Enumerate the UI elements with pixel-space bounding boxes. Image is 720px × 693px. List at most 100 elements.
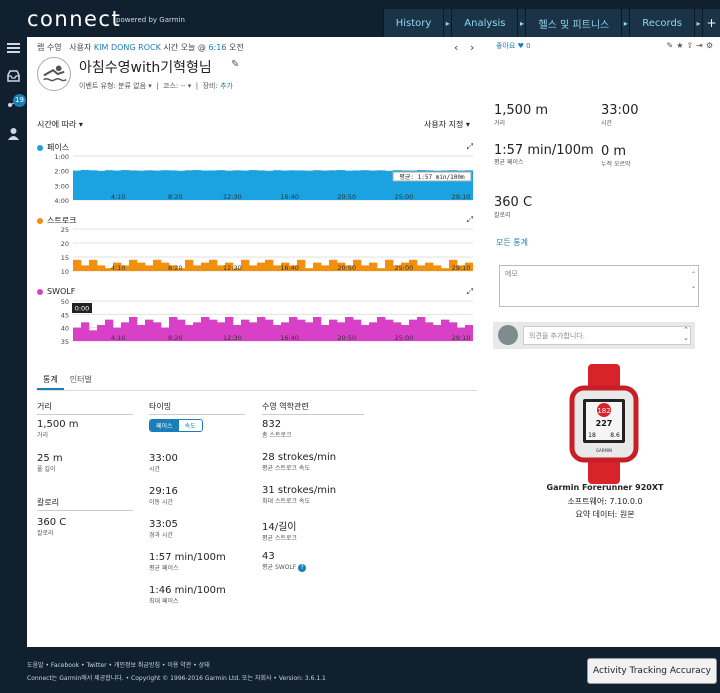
data-bar <box>153 322 162 341</box>
x-tick-label: 4:10 <box>111 264 126 272</box>
course-select[interactable]: -- <box>181 82 186 90</box>
gear-add-link[interactable]: 추가 <box>220 82 233 90</box>
logo-subtitle: powered by Garmin <box>116 16 185 24</box>
memo-textarea[interactable]: 메모 ⌃ ⌄ <box>499 265 699 307</box>
expand-swolf-icon[interactable]: ⤢ <box>467 287 473 297</box>
tab-history-dropdown-icon[interactable]: ▸ <box>443 9 452 37</box>
data-bar <box>145 170 154 200</box>
all-stats-link[interactable]: 모든 통계 <box>496 237 528 248</box>
avatar <box>498 325 518 345</box>
expand-pace-icon[interactable]: ⤢ <box>467 142 473 152</box>
tab-health-fitness[interactable]: 헬스 및 피트니스 <box>525 9 622 37</box>
chart-customize-select[interactable]: 사용자 지정 ▾ <box>424 119 470 130</box>
toggle-pace[interactable]: 페이스 <box>150 420 179 431</box>
stat-moving-time-label: 이동 시간 <box>149 499 173 506</box>
menu-icon[interactable] <box>6 41 21 55</box>
event-type-select[interactable]: 분류 없음 <box>118 82 146 90</box>
data-bar <box>137 325 146 341</box>
summary-avg-pace-label: 평균 페이스 <box>494 159 524 166</box>
x-tick-label: 20:50 <box>337 264 356 272</box>
stat-moving-time: 29:16 이동 시간 <box>149 486 178 506</box>
device-data-source: 요약 데이터: 원본 <box>575 510 635 519</box>
share-icon[interactable]: ⇪ <box>686 41 696 50</box>
activity-title[interactable]: 아침수영with기혁형님 <box>79 57 212 77</box>
like-button[interactable]: 좋아요 ♥ 0 <box>496 41 531 51</box>
swim-column: 수영 역학관련 832 총 스트로크 28 strokes/min 평균 스트로… <box>262 401 364 621</box>
data-bar <box>385 319 394 341</box>
settings-icon[interactable]: ⚙ <box>706 41 716 50</box>
pace-chart-title: 페이스 <box>47 143 70 152</box>
device-software: 소프트웨어: 7.10.0.0 <box>567 497 643 506</box>
distance-head: 거리 <box>37 401 133 415</box>
data-bar <box>185 325 194 341</box>
data-bar <box>137 262 146 271</box>
pace-chart-svg[interactable]: 1:00 2:00 3:00 4:00 4:10 8:20 12:30 16:40 20:50 2… <box>37 154 473 210</box>
tab-analysis[interactable]: Analysis <box>451 9 518 37</box>
expand-stroke-icon[interactable]: ⤢ <box>467 215 473 225</box>
stat-avg-strokes: 14/길이 평균 스트로크 <box>262 518 297 542</box>
y-tick-label: 50 <box>61 299 69 306</box>
stat-avg-stroke-rate-value: 28 strokes/min <box>262 452 337 463</box>
tab-intervals[interactable]: 인터벌 <box>64 371 98 390</box>
data-bar <box>369 322 378 341</box>
distance-column: 거리 1,500 m 거리 25 m 풀 길이 칼로리 360 C 칼로리 <box>37 401 133 541</box>
stat-avg-stroke-rate: 28 strokes/min 평균 스트로크 속도 <box>262 452 336 472</box>
stroke-chart: 스트로크 ⤢ 25 20 15 10 4:10 8:20 12:30 16:40 20:50 25… <box>37 213 473 283</box>
tab-stats[interactable]: 통계 <box>37 371 64 390</box>
x-tick-label: 16:40 <box>280 193 299 201</box>
toggle-speed[interactable]: 속도 <box>178 420 202 431</box>
tab-health-dropdown-icon[interactable]: ▸ <box>621 9 630 37</box>
x-tick-label: 16:40 <box>280 334 299 342</box>
activity-user-link[interactable]: KIM DONG ROCK <box>94 43 161 52</box>
data-bar <box>241 170 250 200</box>
prev-activity-icon[interactable]: ‹ <box>454 41 458 54</box>
data-bar <box>129 170 138 200</box>
data-bar <box>425 262 434 271</box>
data-bar <box>129 259 138 271</box>
stat-calories-value: 360 C <box>37 517 67 528</box>
memo-resize-icon[interactable]: ⌃ ⌄ <box>691 269 696 293</box>
tab-history[interactable]: History <box>382 9 444 37</box>
data-bar <box>249 265 258 271</box>
edit-icon[interactable]: ✎ <box>667 41 677 50</box>
help-icon[interactable]: ? <box>298 564 307 572</box>
data-bar <box>81 322 90 341</box>
heart-icon: ♥ <box>517 42 524 50</box>
add-button[interactable]: + <box>702 9 720 37</box>
data-bar <box>97 170 106 200</box>
y-tick-label: 20 <box>61 240 69 248</box>
device-distance: 227 <box>596 419 613 428</box>
x-tick-label: 4:10 <box>111 334 126 342</box>
export-icon[interactable]: ⇥ <box>696 41 706 50</box>
tab-records[interactable]: Records <box>629 9 694 37</box>
edit-title-icon[interactable]: ✎ <box>231 59 239 70</box>
data-bar <box>209 259 218 271</box>
stat-pool-length: 25 m 풀 길이 <box>37 453 63 473</box>
data-bar <box>265 259 274 271</box>
timing-column: 타이밍 페이스 속도 33:00 시간 29:16 이동 시간 33:05 경과… <box>149 401 245 651</box>
tab-analysis-dropdown-icon[interactable]: ▸ <box>517 9 526 37</box>
data-bar <box>257 170 266 200</box>
data-bar <box>361 170 370 200</box>
profile-icon[interactable] <box>6 127 21 141</box>
footer-links[interactable]: 도움말 • Facebook • Twitter • 개인정보 취급방침 • 이… <box>27 660 210 669</box>
stroke-chart-svg[interactable]: 25 20 15 10 4:10 8:20 12:30 16:40 20:50 25:00 29:1… <box>37 227 473 281</box>
pace-chart: 페이스 ⤢ 1:00 2:00 3:00 4:00 4:10 8:20 12:30 16:40… <box>37 140 473 210</box>
y-tick-label: 35 <box>61 338 69 346</box>
comment-input[interactable]: 의견을 추가합니다. <box>523 326 691 345</box>
connect-logo[interactable]: connect <box>27 7 121 31</box>
x-tick-label: 4:10 <box>111 193 126 201</box>
star-icon[interactable]: ★ <box>676 41 686 50</box>
data-bar <box>361 265 370 271</box>
x-tick-label: 16:40 <box>280 264 299 272</box>
inbox-icon[interactable] <box>6 69 21 83</box>
y-tick-label: 4:00 <box>54 197 69 205</box>
activity-tracking-accuracy-button[interactable]: Activity Tracking Accuracy <box>587 658 717 684</box>
time-axis-select[interactable]: 시간에 따라 ▾ <box>37 119 83 130</box>
swolf-chart-svg[interactable]: 50 45 40 35 4:10 8:20 12:30 16:40 20:50 25:00 29:1… <box>37 299 473 351</box>
comment-scroll-icon[interactable]: ⌃ ⌄ <box>683 326 689 342</box>
tab-records-dropdown-icon[interactable]: ▸ <box>694 9 702 37</box>
data-bar <box>305 322 314 341</box>
activity-time[interactable]: 6:16 <box>208 43 226 52</box>
next-activity-icon[interactable]: › <box>470 41 474 54</box>
